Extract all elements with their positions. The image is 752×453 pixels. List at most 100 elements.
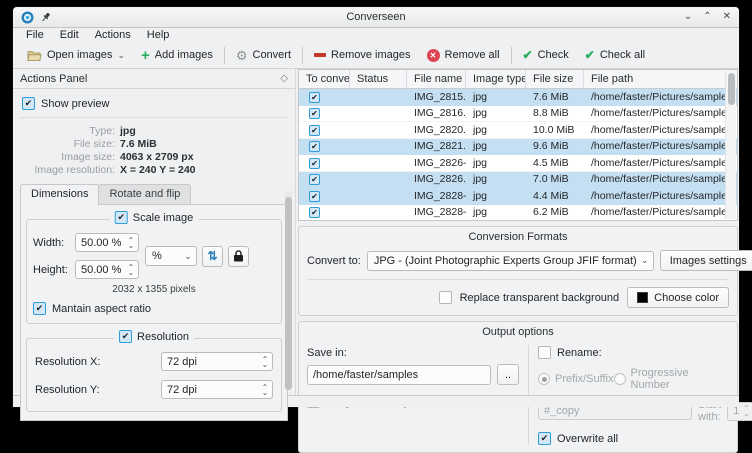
cell-file-size: 8.8 MiB xyxy=(533,107,569,120)
resolution-label: Resolution xyxy=(137,330,189,343)
col-to-convert[interactable]: To convert xyxy=(299,70,350,88)
resolution-y-spinbox[interactable]: 72 dpi ⌃ ⌄ xyxy=(161,380,273,399)
menu-actions[interactable]: Actions xyxy=(87,28,139,42)
save-in-input[interactable] xyxy=(307,364,491,385)
file-size-label: File size: xyxy=(73,137,115,150)
table-row[interactable]: ✔ IMG_2826.jpg jpg 7.0 MiB /home/faster/… xyxy=(299,171,737,188)
menu-file[interactable]: File xyxy=(18,28,52,42)
cell-file-path: /home/faster/Pictures/samples xyxy=(591,140,733,153)
row-checkbox[interactable]: ✔ xyxy=(309,124,320,136)
row-checkbox[interactable]: ✔ xyxy=(309,157,320,169)
cell-file-name: IMG_2826.jpg xyxy=(414,173,466,186)
file-table-header: To convert Status File name Image type F… xyxy=(299,70,737,89)
remove-all-button[interactable]: ✕ Remove all xyxy=(419,44,508,67)
cell-file-name: IMG_2828-3.jpg xyxy=(414,206,466,219)
lock-ratio-button[interactable] xyxy=(228,245,249,267)
table-row[interactable]: ✔ IMG_2815.jpg jpg 7.6 MiB /home/faster/… xyxy=(299,89,737,106)
cell-file-size: 7.0 MiB xyxy=(533,173,569,186)
browse-button[interactable]: .. xyxy=(497,364,519,385)
image-resolution-label: Image resolution: xyxy=(34,163,115,176)
resolution-x-spinbox[interactable]: 72 dpi ⌃ ⌄ xyxy=(161,352,273,371)
spin-arrows-icon[interactable]: ⌃ ⌄ xyxy=(739,405,752,418)
table-scrollbar-thumb[interactable] xyxy=(728,73,735,105)
format-value: JPG - (Joint Photographic Experts Group … xyxy=(373,254,637,267)
width-spinbox[interactable]: 50.00 % ⌃ ⌄ xyxy=(75,233,139,252)
cell-file-size: 4.4 MiB xyxy=(533,189,569,202)
row-checkbox[interactable]: ✔ xyxy=(309,190,320,202)
swap-dimensions-button[interactable]: ⇅ xyxy=(202,245,223,267)
table-row[interactable]: ✔ IMG_2826-Mo... jpg 4.5 MiB /home/faste… xyxy=(299,155,737,172)
resolution-x-value: 72 dpi xyxy=(167,355,197,368)
converseen-window: Converseen ⌄ ⌃ ✕ File Edit Actions Help … xyxy=(13,7,752,453)
col-file-name[interactable]: File name xyxy=(407,70,466,88)
minimize-icon[interactable]: ⌄ xyxy=(684,12,692,22)
maximize-icon[interactable]: ⌃ xyxy=(703,12,711,22)
output-options-title: Output options xyxy=(482,326,554,338)
panel-scrollbar-thumb[interactable] xyxy=(285,197,292,390)
table-row[interactable]: ✔ IMG_2828-2.jpg jpg 4.4 MiB /home/faste… xyxy=(299,188,737,205)
check-icon: ✔ xyxy=(522,48,533,62)
check-button[interactable]: ✔ Check xyxy=(515,44,577,67)
col-status[interactable]: Status xyxy=(350,70,407,88)
rename-checkbox[interactable]: ✔ xyxy=(538,346,551,359)
resolution-checkbox[interactable]: ✔ xyxy=(119,330,133,343)
overwrite-all-checkbox[interactable]: ✔ xyxy=(538,432,551,445)
spin-arrows-icon[interactable]: ⌃ ⌄ xyxy=(124,263,138,276)
maintain-aspect-ratio-checkbox[interactable]: ✔ xyxy=(33,302,46,315)
format-combobox[interactable]: JPG - (Joint Photographic Experts Group … xyxy=(366,250,654,271)
swap-icon: ⇅ xyxy=(207,249,218,263)
col-file-size[interactable]: File size xyxy=(526,70,584,88)
choose-color-button[interactable]: Choose color xyxy=(627,287,729,308)
prefix-suffix-label: Prefix/Suffix xyxy=(555,373,614,385)
row-checkbox[interactable]: ✔ xyxy=(309,108,320,120)
scale-image-checkbox[interactable]: ✔ xyxy=(114,211,128,224)
check-icon: ✔ xyxy=(584,48,595,62)
open-images-button[interactable]: Open images ⌄ xyxy=(19,44,133,67)
spin-arrows-icon[interactable]: ⌃ ⌄ xyxy=(124,236,138,249)
show-preview-label: Show preview xyxy=(41,97,110,110)
app-icon xyxy=(21,11,34,23)
width-value: 50.00 % xyxy=(81,236,122,249)
table-row[interactable]: ✔ IMG_2828-3.jpg jpg 6.2 MiB /home/faste… xyxy=(299,204,737,220)
dock-float-icon[interactable]: ◇ xyxy=(280,73,288,84)
progressive-number-radio[interactable] xyxy=(613,373,626,385)
scale-image-group: ✔ Scale image Width: 50.00 % ⌃ ⌄ Height:… xyxy=(26,211,282,324)
show-preview-checkbox[interactable]: ✔ xyxy=(22,97,35,110)
col-file-path[interactable]: File path xyxy=(584,70,737,88)
add-images-button[interactable]: + Add images xyxy=(133,44,221,67)
cell-file-size: 10.0 MiB xyxy=(533,123,575,136)
row-checkbox[interactable]: ✔ xyxy=(309,91,320,103)
overwrite-all-label: Overwrite all xyxy=(557,432,619,445)
tab-rotate-and-flip[interactable]: Rotate and flip xyxy=(98,184,192,204)
type-value: jpg xyxy=(120,124,136,137)
tab-dimensions[interactable]: Dimensions xyxy=(20,184,100,205)
conversion-formats-group: Conversion Formats Convert to: JPG - (Jo… xyxy=(298,226,752,316)
row-checkbox[interactable]: ✔ xyxy=(309,141,320,153)
row-checkbox[interactable]: ✔ xyxy=(309,207,320,219)
table-row[interactable]: ✔ IMG_2816.jpg jpg 8.8 MiB /home/faster/… xyxy=(299,105,737,122)
cell-file-path: /home/faster/Pictures/samples xyxy=(591,90,733,103)
remove-images-button[interactable]: Remove images xyxy=(306,44,418,67)
check-all-label: Check all xyxy=(599,49,646,61)
menu-help[interactable]: Help xyxy=(139,28,178,42)
height-spinbox[interactable]: 50.00 % ⌃ ⌄ xyxy=(75,260,139,279)
table-row[interactable]: ✔ IMG_2820.jpg jpg 10.0 MiB /home/faster… xyxy=(299,122,737,139)
cell-image-type: jpg xyxy=(473,107,488,120)
col-image-type[interactable]: Image type xyxy=(466,70,526,88)
replace-transparent-background-checkbox[interactable]: ✔ xyxy=(438,291,452,304)
images-settings-button[interactable]: Images settings xyxy=(659,250,752,271)
right-pane: To convert Status File name Image type F… xyxy=(296,69,752,453)
spin-arrows-icon[interactable]: ⌃ ⌄ xyxy=(258,355,272,368)
row-checkbox[interactable]: ✔ xyxy=(309,174,320,186)
cell-file-name: IMG_2816.jpg xyxy=(414,107,466,120)
menu-edit[interactable]: Edit xyxy=(52,28,87,42)
unit-combobox[interactable]: % ⌄ xyxy=(145,246,197,266)
table-scrollbar[interactable] xyxy=(725,71,736,219)
check-all-button[interactable]: ✔ Check all xyxy=(577,44,653,67)
table-row[interactable]: ✔ IMG_2821.jpg jpg 9.6 MiB /home/faster/… xyxy=(299,138,737,155)
panel-scrollbar[interactable] xyxy=(285,191,292,390)
spin-arrows-icon[interactable]: ⌃ ⌄ xyxy=(258,383,272,396)
prefix-suffix-radio[interactable] xyxy=(538,373,550,385)
close-icon[interactable]: ✕ xyxy=(723,12,731,22)
convert-button[interactable]: ⚙ Convert xyxy=(228,44,299,67)
